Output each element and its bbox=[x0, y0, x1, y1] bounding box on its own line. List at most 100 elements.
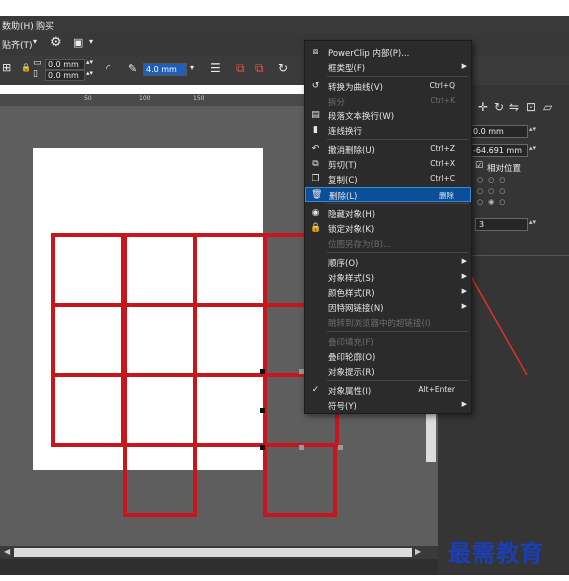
ruler-tick: 150 bbox=[193, 95, 205, 102]
menu-item-label: 转换为曲线(V) bbox=[328, 83, 383, 93]
copy-icon: ❐ bbox=[311, 174, 320, 184]
menu-item-label: 顺序(O) bbox=[328, 259, 359, 269]
menu-item-shortcut: Ctrl+Q bbox=[429, 81, 455, 90]
refresh-icon[interactable]: ↻ bbox=[278, 61, 288, 75]
skew-tool-icon[interactable]: ▱ bbox=[543, 100, 552, 114]
size-tool-icon[interactable]: ⊡ bbox=[526, 100, 536, 114]
horizontal-scrollbar-thumb[interactable] bbox=[14, 548, 412, 557]
width-icon: ▭ bbox=[33, 58, 42, 68]
menu-item-label: 叠印轮廓(O) bbox=[328, 353, 376, 363]
menu-item[interactable]: 🔒 锁定对象(K) bbox=[305, 221, 471, 236]
line-wrap-icon: ▮ bbox=[313, 125, 318, 135]
menu-item-shortcut: Ctrl+K bbox=[430, 96, 455, 105]
check-icon: ✓ bbox=[311, 385, 320, 395]
menu-item[interactable]: 符号(Y) ▶ bbox=[305, 398, 471, 413]
relative-position-label: 相对位置 bbox=[487, 164, 522, 174]
menu-item-label: 隐藏对象(H) bbox=[328, 210, 376, 220]
menu-item-label: 颜色样式(R) bbox=[328, 289, 375, 299]
menu-item[interactable]: 颜色样式(R) ▶ bbox=[305, 285, 471, 300]
height-field[interactable]: 0.0 mm bbox=[45, 70, 85, 81]
x-position-field[interactable]: 0.0 mm bbox=[469, 125, 528, 138]
menu-item-label: 对象提示(R) bbox=[328, 368, 375, 378]
menu-item-shortcut: 删除 bbox=[439, 191, 454, 200]
menu-item[interactable]: ▤ 段落文本换行(W) bbox=[305, 108, 471, 123]
spinner-icon[interactable]: ▴▾ bbox=[529, 144, 536, 152]
menu-item[interactable]: 框类型(F) ▶ bbox=[305, 60, 471, 75]
menu-item[interactable]: 叠印轮廓(O) bbox=[305, 349, 471, 364]
menu-item-label: PowerClip 内部(P)... bbox=[328, 49, 410, 59]
y-position-field[interactable]: -64.691 mm bbox=[469, 144, 528, 157]
menu-item[interactable]: ⧉ 剪切(T) Ctrl+X bbox=[305, 157, 471, 172]
menu-item[interactable]: ▮ 连线换行 bbox=[305, 123, 471, 138]
menu-item-shortcut: Alt+Enter bbox=[418, 385, 455, 394]
submenu-arrow-icon: ▶ bbox=[461, 400, 467, 408]
menu-item[interactable]: 因特网链接(N) ▶ bbox=[305, 300, 471, 315]
align-icon[interactable]: ☰ bbox=[210, 61, 221, 75]
menu-item[interactable]: ❐ 复制(C) Ctrl+C bbox=[305, 172, 471, 187]
menu-item: 拆分 Ctrl+K bbox=[305, 94, 471, 109]
submenu-arrow-icon: ▶ bbox=[461, 257, 467, 265]
corner-icon[interactable]: ◜ bbox=[106, 62, 110, 75]
chevron-down-icon[interactable]: ▾ bbox=[190, 63, 194, 72]
check-icon[interactable]: ☑ bbox=[475, 161, 483, 171]
menu-buy[interactable]: 购买 bbox=[36, 19, 54, 32]
menu-item-label: 对象样式(S) bbox=[328, 274, 375, 284]
menu-separator bbox=[327, 139, 469, 140]
eye-icon: ◉ bbox=[311, 208, 320, 218]
menu-item[interactable]: 对象样式(S) ▶ bbox=[305, 270, 471, 285]
menu-item-label: 锁定对象(K) bbox=[328, 225, 375, 235]
menu-item-label: 复制(C) bbox=[328, 176, 358, 186]
spinner-icon[interactable]: ▴▾ bbox=[529, 218, 536, 226]
menu-separator bbox=[327, 331, 469, 332]
menu-help[interactable]: 数助(H) bbox=[2, 19, 34, 32]
submenu-arrow-icon: ▶ bbox=[461, 287, 467, 295]
position-tool-icon[interactable]: ✛ bbox=[478, 100, 488, 114]
menu-item[interactable]: ✓ 对象属性(I) Alt+Enter bbox=[305, 383, 471, 398]
menu-item[interactable]: 对象提示(R) bbox=[305, 364, 471, 379]
rotate-tool-icon[interactable]: ↻ bbox=[494, 100, 504, 114]
menu-bar: 数助(H) 购买 bbox=[0, 16, 569, 34]
spinner-icon[interactable]: ▴▾ bbox=[86, 69, 93, 77]
undo-icon: ↶ bbox=[311, 144, 320, 154]
menu-item: 跳转到浏览器中的超链接(I) bbox=[305, 315, 471, 330]
menu-item[interactable]: ◉ 隐藏对象(H) bbox=[305, 206, 471, 221]
cut-icon: ⧉ bbox=[312, 159, 319, 169]
menu-item[interactable]: 顺序(O) ▶ bbox=[305, 255, 471, 270]
watermark-text: 最需教育 bbox=[448, 540, 544, 567]
menu-item-label: 拆分 bbox=[328, 98, 346, 108]
menu-item[interactable]: ⧈ PowerClip 内部(P)... bbox=[305, 45, 471, 60]
break-apart-icon[interactable]: ⧉ bbox=[255, 61, 264, 76]
chevron-down-icon[interactable]: ▾ bbox=[89, 37, 93, 46]
mirror-tool-icon[interactable]: ⇋ bbox=[509, 100, 519, 114]
menu-item-label: 连线换行 bbox=[328, 127, 363, 137]
width-field[interactable]: 0.0 mm bbox=[45, 59, 85, 70]
spinner-icon[interactable]: ▴▾ bbox=[529, 125, 536, 133]
chevron-down-icon[interactable]: ▾ bbox=[33, 37, 37, 46]
scroll-left-icon[interactable]: ◀ bbox=[4, 547, 10, 556]
spinner-icon[interactable]: ▴▾ bbox=[86, 58, 93, 66]
anchor-grid[interactable]: ○○○ ○○○ ○◉○ bbox=[477, 175, 510, 208]
copies-field[interactable]: 3 bbox=[475, 218, 528, 231]
menu-item-shortcut: Ctrl+X bbox=[430, 159, 455, 168]
menu-item-label: 删除(L) bbox=[329, 192, 358, 202]
menu-item[interactable]: ↺ 转换为曲线(V) Ctrl+Q bbox=[305, 79, 471, 94]
menu-item[interactable]: 🗑 删除(L) 删除 bbox=[305, 187, 471, 202]
lock-ratio-icon[interactable]: 🔒 bbox=[21, 63, 31, 72]
document-page[interactable] bbox=[33, 148, 263, 470]
vertical-scrollbar-thumb[interactable] bbox=[426, 412, 436, 462]
display-mode-icon[interactable]: ▣ bbox=[73, 36, 83, 49]
lock-icon: 🔒 bbox=[310, 223, 322, 233]
scroll-right-icon[interactable]: ▶ bbox=[415, 547, 421, 556]
snap-dropdown[interactable]: 贴齐(T) bbox=[2, 38, 33, 51]
menu-item-label: 段落文本换行(W) bbox=[328, 112, 395, 122]
powerclip-icon: ⧈ bbox=[312, 47, 319, 57]
outline-width-field[interactable]: 4.0 mm bbox=[143, 63, 187, 76]
gear-icon[interactable]: ⚙ bbox=[50, 35, 62, 50]
wrap-text-icon[interactable]: ⧉ bbox=[236, 61, 245, 76]
menu-item-label: 因特网链接(N) bbox=[328, 304, 384, 314]
menu-item-shortcut: Ctrl+Z bbox=[430, 144, 455, 153]
menu-separator bbox=[327, 380, 469, 381]
menu-item-label: 对象属性(I) bbox=[328, 387, 372, 397]
menu-separator bbox=[327, 76, 469, 77]
menu-item[interactable]: ↶ 撤消删除(U) Ctrl+Z bbox=[305, 142, 471, 157]
